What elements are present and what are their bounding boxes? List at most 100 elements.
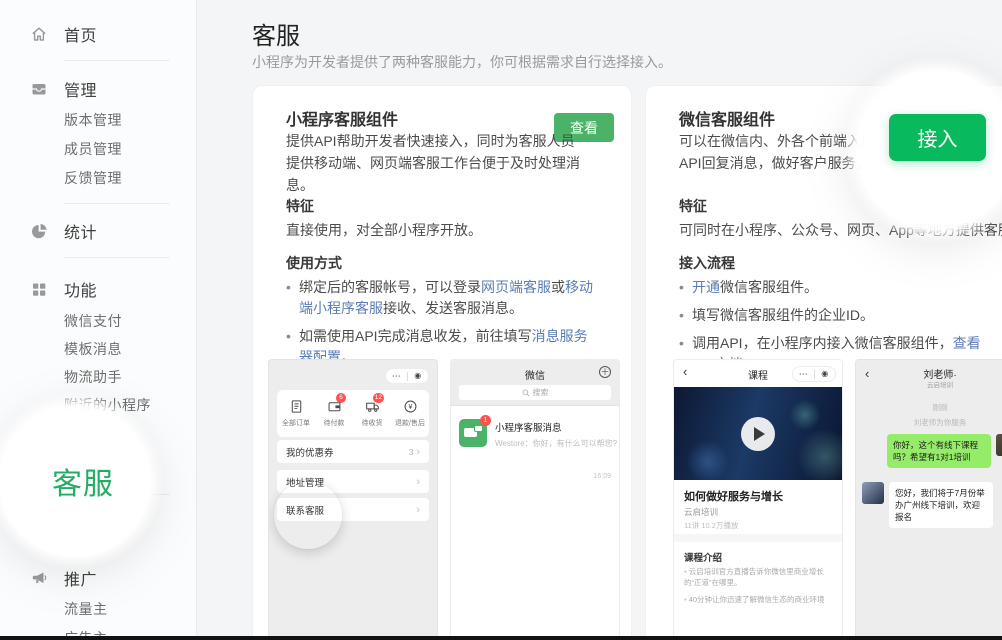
sidebar-item-version-manage[interactable]: 版本管理: [64, 110, 122, 130]
video-title: 如何做好服务与增长: [684, 488, 783, 504]
card-miniprogram-service: 小程序客服组件 查看 提供API帮助开发者快速接入，同时为客服人员提供移动端、网…: [252, 85, 632, 640]
connect-button[interactable]: 接入: [889, 114, 986, 161]
chat-list-item: 1 小程序客服消息 Westore：你好，有什么可以帮您? 16:09: [451, 412, 619, 454]
mockup-wechat-chatlist: 微信 ＋ 搜索 1 小程序客服消息 Westore：你好，有: [450, 359, 620, 640]
system-message: 刘老师为你服务: [856, 417, 1002, 428]
sidebar-item-logistics[interactable]: 物流助手: [64, 367, 122, 387]
mockup-miniprogram-profile: ⋯ ◉ 全部订单 6 待付款 12: [268, 359, 438, 640]
open-service-link[interactable]: 开通: [692, 279, 720, 295]
video-provider: 云启培训: [684, 506, 718, 518]
chevron-right-icon: ›: [416, 477, 420, 487]
video-meta: 11讲 10.2万播放: [684, 520, 738, 531]
row-coupons: 我的优惠券 3›: [277, 440, 429, 463]
flow-item: 填写微信客服组件的企业ID。: [679, 305, 991, 326]
play-icon: [741, 417, 775, 451]
unread-badge: 1: [480, 415, 491, 426]
video-thumbnail: [674, 387, 842, 480]
row-address: 地址管理 ›: [277, 470, 429, 493]
sidebar-divider: [64, 60, 170, 61]
target-icon: ◉: [815, 367, 836, 381]
inbox-icon: [30, 80, 48, 98]
sidebar-item-label: 首页: [64, 22, 97, 46]
sidebar-divider: [64, 203, 170, 204]
chevron-right-icon: ›: [416, 505, 420, 515]
search-placeholder: 搜索: [533, 387, 549, 398]
card-description: 提供API帮助开发者快速接入，同时为客服人员提供移动端、网页端客服工作台便于及时…: [286, 130, 588, 196]
message-bubble: 你好，这个有线下课程吗？希望有1对1培训: [887, 434, 991, 468]
pie-chart-icon: [30, 222, 48, 240]
plus-icon: ＋: [599, 366, 611, 378]
sidebar-item-manage[interactable]: 管理: [0, 77, 197, 101]
sidebar-item-statistics[interactable]: 统计: [0, 219, 197, 243]
row-contact-service: 联系客服 ›: [277, 498, 429, 521]
feature-heading: 特征: [286, 196, 314, 216]
wechat-title: 微信: [451, 367, 619, 382]
usage-text: 接收、发送客服消息。: [383, 300, 523, 316]
sidebar-item-home[interactable]: 首页: [0, 22, 197, 46]
menu-label: 全部订单: [282, 418, 310, 428]
mockup-course-page: ‹ 课程 ⋯ ◉ 如何做好服务与增长 云启培训 11讲 10.2万播放 课程介绍…: [673, 359, 843, 640]
usage-text: 或: [551, 279, 565, 295]
sidebar-item-template-message[interactable]: 模板消息: [64, 339, 122, 359]
badge: 6: [336, 393, 346, 403]
usage-text: 如需使用API完成消息收发，前往填写: [299, 328, 532, 344]
sidebar-customer-service-highlight[interactable]: 客服: [36, 459, 114, 503]
row-label: 我的优惠券: [286, 445, 334, 459]
flow-item: 开通微信客服组件。: [679, 277, 991, 298]
chat-bubble-shape: [474, 425, 483, 432]
agent-org: 云启培训: [856, 379, 1002, 389]
screenshot-row: ⋯ ◉ 全部订单 6 待付款 12: [268, 359, 620, 640]
chat-texts: 小程序客服消息 Westore：你好，有什么可以帮您?: [495, 419, 617, 447]
user-avatar: [996, 434, 1002, 456]
more-icon: ⋯: [386, 369, 407, 383]
page-title: 客服: [252, 16, 300, 51]
flow-text: 微信客服组件。: [720, 279, 818, 295]
home-icon: [30, 25, 48, 43]
receipt-icon: [289, 399, 304, 414]
bottom-edge-bar: [0, 636, 1002, 640]
sidebar-item-promotion[interactable]: 推广: [0, 566, 197, 590]
message-outgoing: 你好，这个有线下课程吗？希望有1对1培训: [862, 434, 1002, 468]
feature-heading: 特征: [679, 196, 707, 216]
service-chat-icon: 1: [459, 419, 487, 447]
svg-text:¥: ¥: [408, 404, 412, 411]
agent-avatar: [862, 482, 884, 504]
menu-to-pay: 6 待付款: [315, 390, 353, 437]
capsule-buttons: ⋯ ◉: [792, 366, 836, 382]
course-intro-bullet: 40分钟让你迅速了解微信生态的商业环境: [684, 594, 834, 605]
chat-name: 小程序客服消息: [495, 420, 617, 434]
grid-icon: [30, 280, 48, 298]
search-bar: 搜索: [459, 385, 611, 400]
flow-text: 调用API，在小程序内接入微信客服组件，: [692, 335, 953, 351]
flow-heading: 接入流程: [679, 253, 735, 273]
course-navbar: ‹ 课程 ⋯ ◉: [674, 360, 842, 387]
course-intro-heading: 课程介绍: [684, 550, 722, 564]
message-bubble: 您好，我们将于7月份举办广州线下培训，欢迎报名: [889, 482, 993, 528]
chat-time: 16:09: [593, 473, 611, 480]
menu-refund: ¥ 退款/售后: [391, 390, 429, 437]
sidebar-item-label: 功能: [64, 277, 97, 301]
menu-label: 退款/售后: [395, 418, 425, 428]
page-subtitle: 小程序为开发者提供了两种客服能力，你可根据需求自行选择接入。: [252, 52, 672, 72]
sidebar-item-traffic-owner[interactable]: 流量主: [64, 599, 108, 619]
sidebar-item-feedback-manage[interactable]: 反馈管理: [64, 168, 122, 188]
row-value: 3: [409, 447, 414, 457]
refund-icon: ¥: [403, 399, 418, 414]
chat-preview: Westore：你好，有什么可以帮您?: [495, 438, 617, 449]
row-label: 地址管理: [286, 475, 324, 489]
card-title: 小程序客服组件: [286, 106, 398, 130]
section-divider: [674, 534, 842, 542]
time-label: 刚刚: [856, 402, 1002, 413]
badge: 12: [373, 393, 384, 403]
web-service-link[interactable]: 网页端客服: [481, 279, 551, 295]
menu-label: 待收货: [362, 418, 383, 428]
sidebar-item-wechat-pay[interactable]: 微信支付: [64, 311, 122, 331]
more-icon: ⋯: [793, 367, 814, 381]
course-intro-bullet: 云启培训官方直播告诉你微信里商业增长的“正道”在哪里。: [684, 566, 834, 588]
sidebar-item-member-manage[interactable]: 成员管理: [64, 139, 122, 159]
app-window: 首页 管理 版本管理 成员管理 反馈管理 统计 功能 微信支付 模板消息: [0, 0, 1002, 640]
sidebar-item-features[interactable]: 功能: [0, 277, 197, 301]
wechat-header: 微信 ＋ 搜索: [451, 360, 619, 406]
sidebar-divider: [64, 257, 170, 258]
usage-item: 绑定后的客服帐号，可以登录网页端客服或移动端小程序客服接收、发送客服消息。: [286, 277, 598, 319]
